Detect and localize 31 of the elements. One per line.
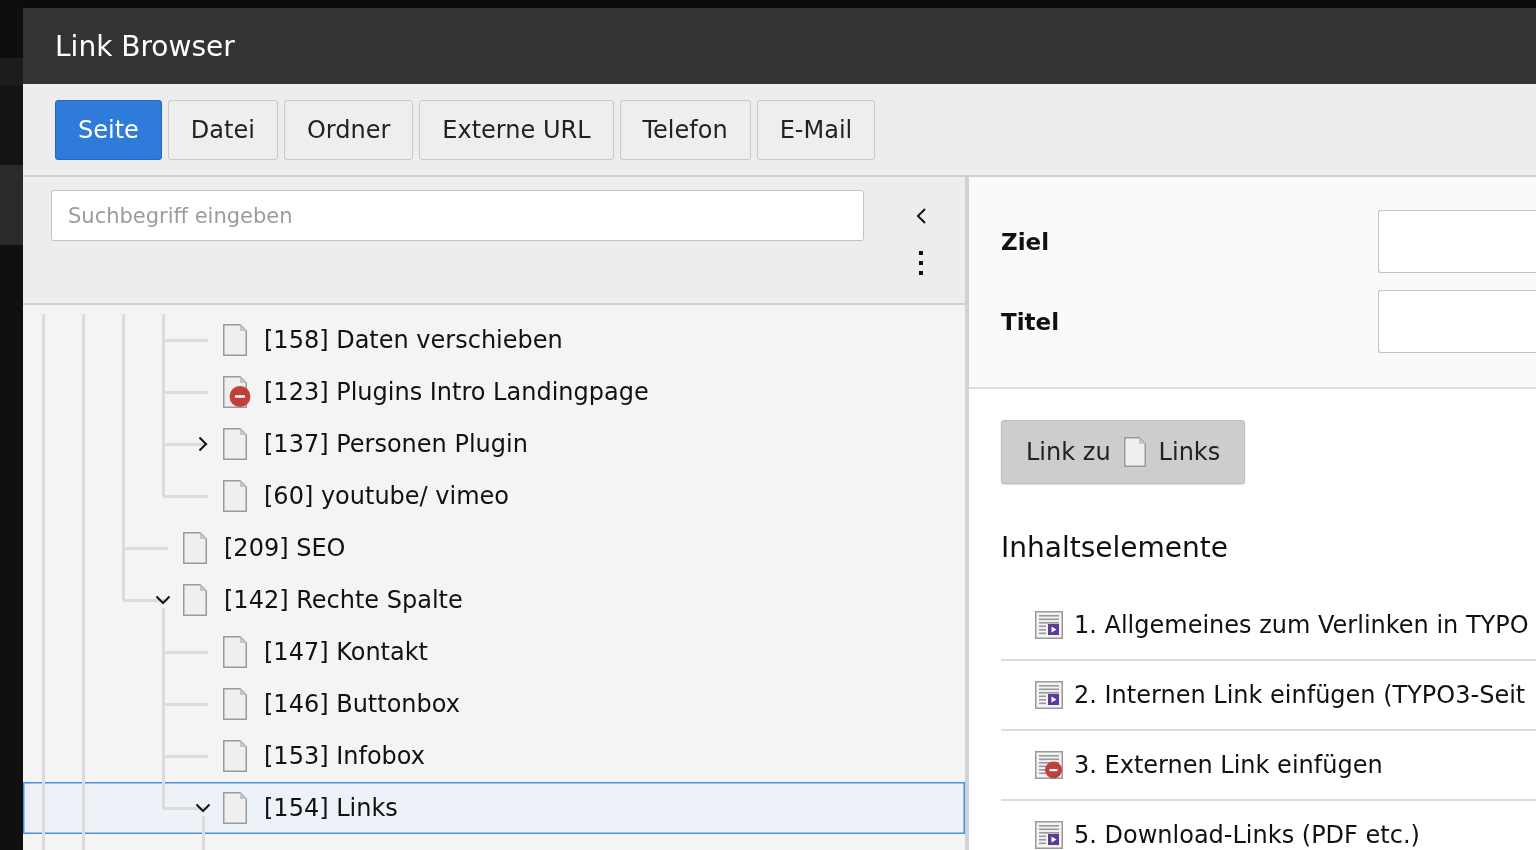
- content-element-item[interactable]: 1. Allgemeines zum Verlinken in TYPO: [1001, 591, 1536, 661]
- field-label: Titel: [1001, 308, 1061, 335]
- input-field[interactable]: [1378, 210, 1536, 273]
- tab[interactable]: Datei: [167, 100, 278, 160]
- tab[interactable]: Telefon: [619, 100, 751, 160]
- tree-item[interactable]: [147] Kontakt: [23, 626, 965, 678]
- search-field[interactable]: Suchbegriff eingeben: [51, 190, 864, 241]
- content-element-item[interactable]: 3. Externen Link einfügen: [1001, 731, 1536, 801]
- chevron-left-icon[interactable]: [916, 208, 926, 224]
- tab[interactable]: Externe URL: [419, 100, 614, 160]
- tree-item[interactable]: [209] SEO: [23, 522, 965, 574]
- tree-item[interactable]: [123] Plugins Intro Landingpage: [23, 366, 965, 418]
- tab[interactable]: E-Mail: [756, 100, 876, 160]
- content-element-item[interactable]: 5. Download-Links (PDF etc.): [1001, 801, 1536, 850]
- menu-dots-icon[interactable]: [919, 251, 923, 275]
- tree-item[interactable]: [154] Links: [23, 782, 965, 834]
- tree-item[interactable]: [153] Infobox: [23, 730, 965, 782]
- tree-item[interactable]: [142] Rechte Spalte: [23, 574, 965, 626]
- tree-item[interactable]: [158] Daten verschieben: [23, 314, 965, 366]
- tab[interactable]: Ordner: [283, 100, 414, 160]
- link-to-page-button[interactable]: Link zu Links: [1001, 420, 1246, 484]
- page-icon: [1123, 437, 1146, 467]
- input-field[interactable]: [1378, 290, 1536, 353]
- tree-item[interactable]: [60] youtube/ vimeo: [23, 470, 965, 522]
- tab[interactable]: Seite: [55, 100, 162, 160]
- tree-item[interactable]: [137] Personen Plugin: [23, 418, 965, 470]
- section-heading: Inhaltselemente: [1001, 531, 1228, 565]
- field-label: Ziel: [1001, 228, 1051, 255]
- content-element-item[interactable]: 2. Internen Link einfügen (TYPO3-Seit: [1001, 661, 1536, 731]
- window-title: Link Browser: [55, 29, 235, 63]
- tree-item[interactable]: [146] Buttonbox: [23, 678, 965, 730]
